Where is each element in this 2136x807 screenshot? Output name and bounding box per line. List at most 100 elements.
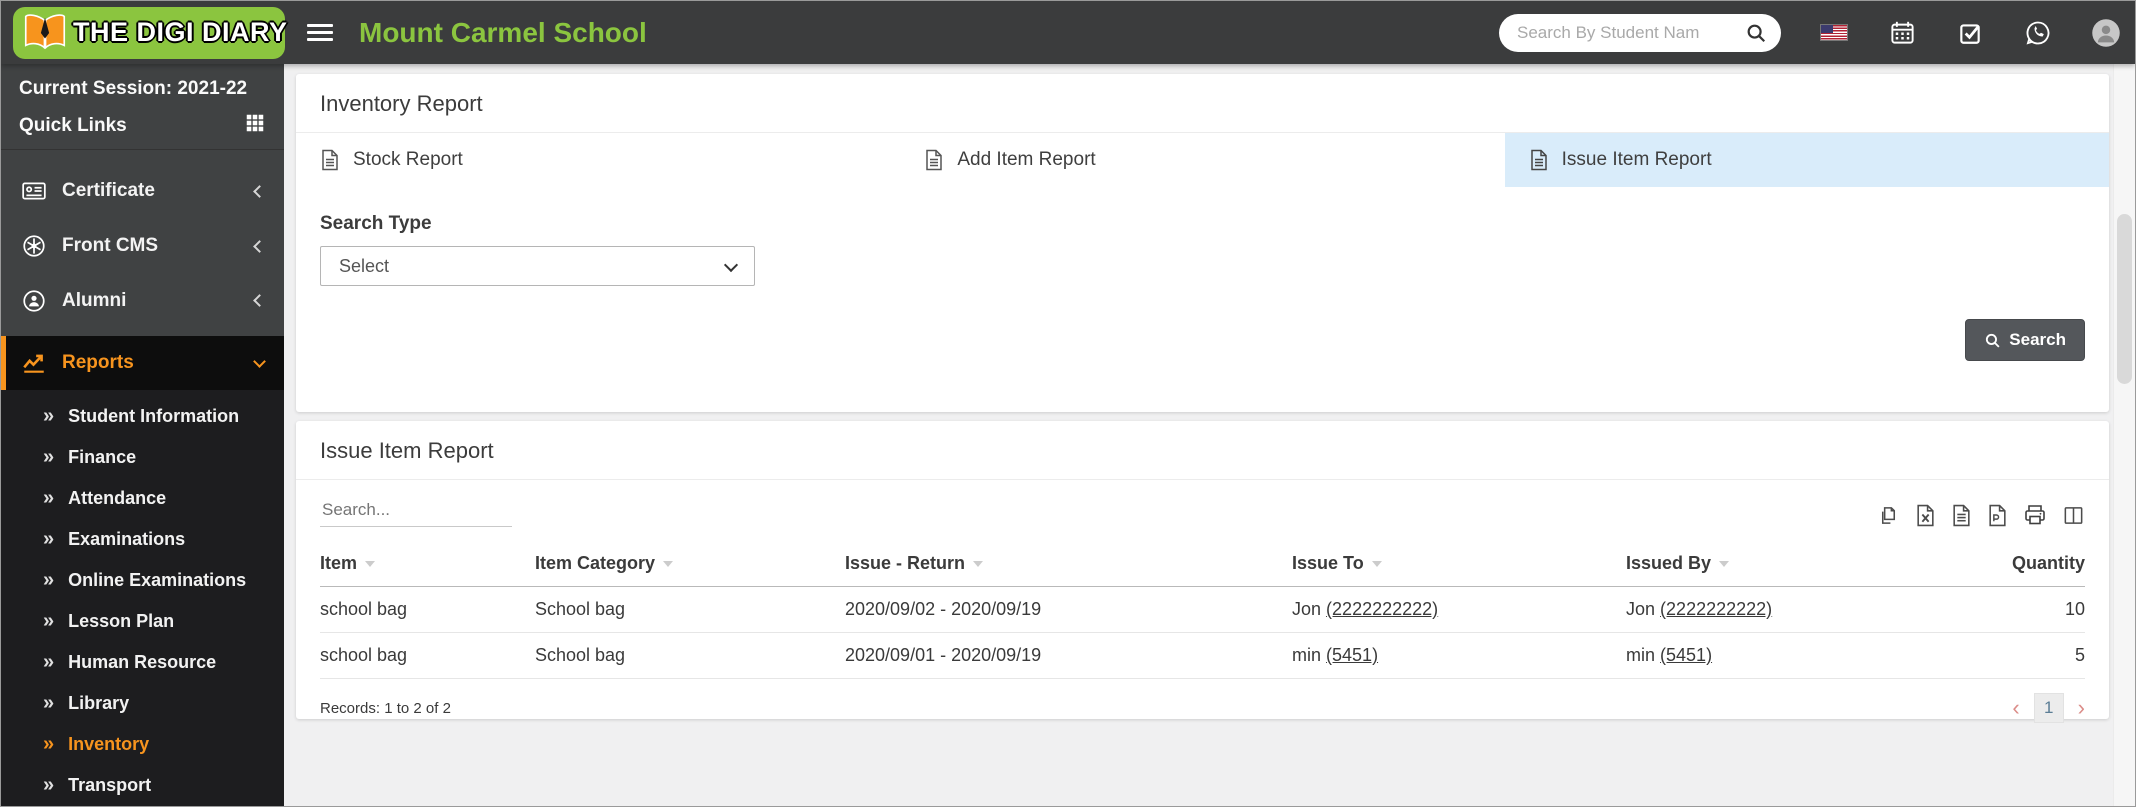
phone-number: (2222222222) — [1326, 599, 1439, 619]
search-type-select[interactable]: Select — [320, 246, 755, 286]
chevron-left-icon — [253, 184, 266, 198]
tab-issue-item-report[interactable]: Issue Item Report — [1504, 133, 2109, 187]
top-bar: THE DIGI DIARY Mount Carmel School — [1, 1, 2135, 64]
sort-caret-icon — [663, 561, 674, 568]
table-row[interactable]: school bag School bag 2020/09/02 - 2020/… — [320, 586, 2085, 633]
submenu-item-online-examinations[interactable]: » Online Examinations — [1, 560, 284, 601]
inventory-report-card: Inventory Report Stock Report Add Item R… — [296, 74, 2109, 412]
search-type-value: Select — [339, 255, 390, 276]
phone-number: (2222222222) — [1660, 599, 1773, 619]
column-header-item[interactable]: Item — [320, 543, 535, 587]
export-toolbar — [1877, 503, 2085, 527]
sort-caret-icon — [1371, 561, 1382, 568]
table-row[interactable]: school bag School bag 2020/09/01 - 2020/… — [320, 632, 2085, 679]
document-icon — [1530, 149, 1547, 171]
table-toolbar — [296, 480, 2109, 537]
document-icon — [926, 149, 943, 171]
hamburger-menu-icon[interactable] — [307, 20, 333, 45]
sidebar-item-alumni[interactable]: Alumni — [1, 273, 284, 328]
cell-item: school bag — [320, 632, 535, 679]
phone-number: (5451) — [1326, 645, 1379, 665]
search-button[interactable]: Search — [1965, 319, 2085, 361]
print-icon[interactable] — [2023, 503, 2047, 527]
certificate-icon — [22, 182, 46, 200]
double-chevron-icon: » — [43, 733, 55, 756]
sidebar-item-reports[interactable]: Reports — [1, 336, 284, 390]
report-tabs: Stock Report Add Item Report Issue Item … — [296, 133, 2109, 187]
sort-caret-icon — [973, 561, 984, 568]
submenu-item-library[interactable]: » Library — [1, 683, 284, 724]
sidebar-item-label: Alumni — [62, 289, 127, 311]
excel-export-icon[interactable] — [1915, 504, 1936, 527]
column-header-quantity[interactable]: Quantity — [1960, 543, 2085, 587]
csv-export-icon[interactable] — [1951, 504, 1972, 527]
language-flag-icon[interactable] — [1819, 18, 1849, 48]
records-count: Records: 1 to 2 of 2 — [320, 699, 451, 717]
double-chevron-icon: » — [43, 692, 55, 715]
book-logo-icon — [24, 13, 66, 49]
chevron-left-icon — [253, 294, 266, 308]
phone-number: (5451) — [1660, 645, 1713, 665]
double-chevron-icon: » — [43, 487, 55, 510]
prev-page-button[interactable]: ‹ — [2012, 697, 2019, 719]
tab-add-item-report[interactable]: Add Item Report — [900, 133, 1504, 187]
table-search-input[interactable] — [320, 496, 512, 527]
double-chevron-icon: » — [43, 569, 55, 592]
quick-links-grid-icon[interactable] — [244, 112, 266, 139]
double-chevron-icon: » — [43, 774, 55, 797]
front-cms-icon — [23, 235, 45, 257]
sidebar: Current Session: 2021-22 Quick Links Cer… — [1, 64, 284, 806]
tab-stock-report[interactable]: Stock Report — [296, 133, 900, 187]
column-header-issue-to[interactable]: Issue To — [1292, 543, 1626, 587]
sidebar-item-label: Reports — [62, 352, 134, 374]
sort-caret-icon — [365, 561, 376, 568]
sidebar-item-certificate[interactable]: Certificate — [1, 164, 284, 219]
column-header-issued-by[interactable]: Issued By — [1626, 543, 1960, 587]
app-logo[interactable]: THE DIGI DIARY — [13, 6, 288, 59]
submenu-item-human-resource[interactable]: » Human Resource — [1, 642, 284, 683]
search-icon — [1986, 333, 2000, 348]
calendar-icon[interactable] — [1887, 18, 1917, 48]
double-chevron-icon: » — [43, 651, 55, 674]
copy-icon[interactable] — [1877, 504, 1900, 527]
search-icon[interactable] — [1745, 22, 1767, 44]
sidebar-item-label: Certificate — [62, 180, 155, 202]
issue-item-report-card: Issue Item Report Search... Item Item Ca… — [296, 421, 2109, 723]
sidebar-item-label: Front CMS — [62, 235, 159, 257]
column-header-item-category[interactable]: Item Category — [535, 543, 845, 587]
submenu-item-lesson-plan[interactable]: » Lesson Plan — [1, 601, 284, 642]
pagination: ‹ 1 › — [2012, 693, 2085, 723]
submenu-item-finance[interactable]: » Finance — [1, 437, 284, 478]
document-icon — [322, 149, 338, 171]
cell-issue-return: 2020/09/01 - 2020/09/19 — [845, 632, 1292, 679]
submenu-item-attendance[interactable]: » Attendance — [1, 478, 284, 519]
student-search[interactable] — [1499, 13, 1781, 52]
current-session-label: Current Session: 2021-22 — [19, 78, 248, 99]
tasks-check-icon[interactable] — [1955, 18, 1985, 48]
column-header-issue-return[interactable]: Issue - Return — [845, 543, 1292, 587]
submenu-item-student-information[interactable]: » Student Information — [1, 396, 284, 437]
cell-quantity: 10 — [1960, 586, 2085, 633]
page-title: Inventory Report — [320, 91, 483, 116]
section-title: Issue Item Report — [320, 438, 494, 463]
cell-category: School bag — [535, 586, 845, 633]
quick-links-label: Quick Links — [19, 114, 127, 136]
page-number-button[interactable]: 1 — [2033, 693, 2064, 723]
submenu-item-transport[interactable]: » Transport — [1, 765, 284, 806]
next-page-button[interactable]: › — [2078, 697, 2085, 719]
logo-text: THE DIGI DIARY — [73, 17, 288, 47]
scrollbar[interactable] — [2113, 64, 2135, 806]
columns-icon[interactable] — [2062, 504, 2085, 527]
double-chevron-icon: » — [43, 405, 55, 428]
submenu-item-inventory[interactable]: » Inventory — [1, 724, 284, 765]
user-avatar[interactable] — [2091, 18, 2121, 48]
search-type-label: Search Type — [320, 213, 432, 234]
sidebar-item-front-cms[interactable]: Front CMS — [1, 219, 284, 274]
chevron-left-icon — [253, 239, 266, 253]
scrollbar-thumb[interactable] — [2117, 214, 2132, 384]
whatsapp-icon[interactable] — [2023, 18, 2053, 48]
student-search-input[interactable] — [1517, 22, 1745, 43]
pdf-export-icon[interactable] — [1987, 504, 2008, 527]
submenu-item-examinations[interactable]: » Examinations — [1, 519, 284, 560]
school-name: Mount Carmel School — [359, 16, 647, 48]
